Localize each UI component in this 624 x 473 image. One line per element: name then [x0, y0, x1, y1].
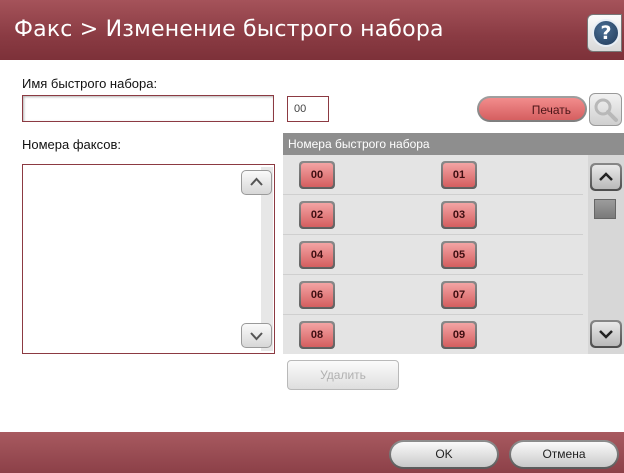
speed-dial-button[interactable]: 00: [299, 161, 335, 189]
delete-button[interactable]: Удалить: [287, 360, 399, 390]
speed-dial-scroll-up-button[interactable]: [590, 163, 622, 191]
speed-dial-button[interactable]: 03: [441, 201, 477, 229]
chevron-down-icon: [599, 330, 613, 339]
speed-dial-button[interactable]: 07: [441, 281, 477, 309]
speed-dial-grid: 00 01 02 03 04 05 06 07 08 09: [283, 155, 624, 354]
ok-button[interactable]: OK: [389, 440, 499, 469]
speed-dial-name-input[interactable]: [22, 95, 274, 122]
speed-dial-button[interactable]: 01: [441, 161, 477, 189]
chevron-up-icon: [250, 177, 263, 186]
speed-dial-list-header: Номера быстрого набора: [283, 133, 624, 155]
list-item: 04 05: [283, 235, 583, 275]
speed-dial-button[interactable]: 02: [299, 201, 335, 229]
speed-dial-scroll-thumb[interactable]: [594, 199, 616, 219]
print-button-label: Печать: [479, 98, 585, 120]
list-item: 00 01: [283, 155, 583, 195]
speed-dial-number-field[interactable]: 00: [287, 96, 329, 122]
speed-dial-scroll-down-button[interactable]: [590, 320, 622, 348]
list-item: 08 09: [283, 315, 583, 355]
speed-dial-button[interactable]: 08: [299, 321, 335, 349]
fax-list-scroll-down-button[interactable]: [241, 323, 272, 348]
print-button[interactable]: Печать: [477, 96, 587, 122]
cancel-button-label: Отмена: [511, 442, 617, 467]
chevron-up-icon: [599, 172, 613, 181]
magnifier-icon: [594, 98, 618, 122]
cancel-button[interactable]: Отмена: [509, 440, 619, 469]
help-icon: ?: [592, 19, 620, 47]
chevron-down-icon: [250, 332, 263, 341]
list-item: 02 03: [283, 195, 583, 235]
page-title: Факс > Изменение быстрого набора: [14, 17, 444, 42]
speed-dial-button[interactable]: 04: [299, 241, 335, 269]
help-button[interactable]: ?: [587, 14, 622, 52]
search-button[interactable]: [589, 93, 622, 126]
fax-list-scroll-up-button[interactable]: [241, 170, 272, 195]
title-bar: Факс > Изменение быстрого набора ?: [0, 0, 624, 60]
speed-dial-button[interactable]: 05: [441, 241, 477, 269]
speed-dial-button[interactable]: 09: [441, 321, 477, 349]
fax-numbers-list[interactable]: [22, 164, 275, 354]
fax-numbers-label: Номера факсов:: [22, 137, 122, 152]
speed-dial-name-label: Имя быстрого набора:: [22, 76, 158, 91]
speed-dial-button[interactable]: 06: [299, 281, 335, 309]
ok-button-label: OK: [391, 442, 497, 467]
list-item: 06 07: [283, 275, 583, 315]
